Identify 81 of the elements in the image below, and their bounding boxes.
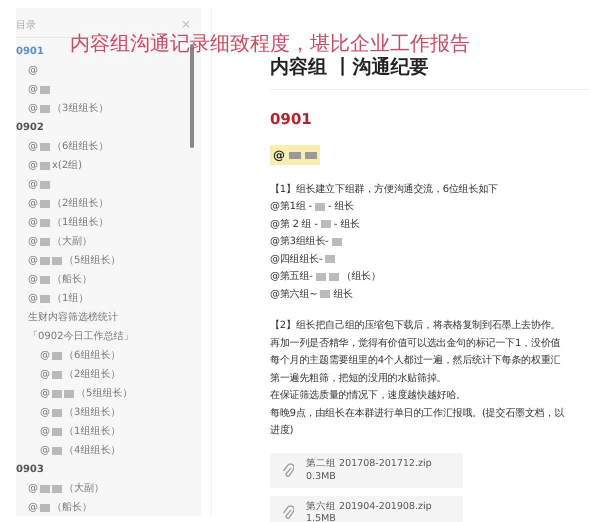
redaction-block: [40, 180, 50, 188]
outline-item[interactable]: @: [28, 175, 50, 194]
outline-item[interactable]: 0901: [16, 42, 44, 61]
text: @第1组 -: [270, 200, 312, 214]
outline-item[interactable]: @ （2组组长）: [40, 365, 120, 384]
redaction-block: [52, 370, 62, 378]
file-name: 第六组 201904-201908.zip: [306, 500, 432, 514]
redaction-block: [325, 255, 336, 264]
redaction-block: [289, 152, 301, 159]
outline-title: 目录: [16, 19, 36, 33]
text-line: 再加一列是否精华，觉得有价值可以选出金句的标记一下1，没价值: [270, 336, 562, 351]
outline-item[interactable]: @ （3组组长）: [28, 99, 108, 118]
outline-item[interactable]: @ （5组组长）: [28, 251, 120, 270]
redaction-block: [52, 352, 62, 360]
file-size: 1.5MB: [306, 513, 337, 522]
text: @第3组组长-: [270, 234, 329, 250]
redaction-block: [40, 142, 50, 150]
text: 组长: [333, 288, 353, 302]
outline-item[interactable]: @: [28, 61, 38, 80]
text: @四组组长-: [270, 252, 322, 267]
redaction-block: [40, 200, 50, 208]
outline-item[interactable]: @ （3组组长）: [40, 403, 120, 422]
outline-item[interactable]: @ （2组组长）: [28, 194, 108, 213]
outline-item[interactable]: @ （5组组长）: [40, 384, 132, 403]
text-line: 每晚9点，由组长在本群进行单日的工作汇报哦。(提交石墨文档，以: [270, 406, 566, 421]
paperclip-icon: [282, 505, 294, 522]
outline-item[interactable]: @ （6组组长）: [28, 137, 108, 156]
text: @: [273, 147, 285, 164]
outline-item[interactable]: @ （大副）: [28, 232, 92, 251]
redaction-block: [316, 272, 326, 281]
outline-item[interactable]: @ （1组组长）: [40, 422, 120, 441]
outline-item[interactable]: @ （6组组长）: [40, 346, 120, 365]
section-heading: 0901: [270, 108, 313, 130]
outline-item[interactable]: 0903: [16, 460, 44, 479]
text: @第五组-: [270, 270, 313, 284]
attachment-card[interactable]: 第六组 201904-201908.zip 1.5MB: [270, 496, 463, 522]
redaction-block: [332, 238, 342, 246]
outline-item[interactable]: 0902: [16, 118, 44, 137]
text: @第六组~: [270, 288, 318, 302]
text-line: 【2】组长把自己组的压缩包下载后，将表格复制到石墨上去协作。: [270, 318, 562, 334]
document-title: 内容组 丨沟通纪要: [270, 56, 589, 90]
redaction-block: [52, 446, 62, 454]
file-name: 第二组 201708-201712.zip: [306, 458, 432, 471]
text: - 组长: [328, 200, 354, 214]
redaction-block: [40, 504, 50, 512]
text-line: 【1】组长建立下组群，方便沟通交流，6位组长如下: [270, 182, 499, 197]
redaction-block: [40, 162, 50, 170]
redaction-block: [40, 104, 50, 112]
redaction-block: [40, 276, 50, 284]
text: （组长）: [342, 270, 381, 284]
outline-item[interactable]: @: [28, 80, 50, 99]
redaction-block: [328, 272, 339, 281]
redaction-block: [40, 294, 50, 302]
outline-item[interactable]: 生财内容筛选榜统计: [28, 308, 118, 327]
outline-item[interactable]: @ （1组）: [28, 289, 88, 308]
text-line: 第一遍先粗筛，把短的没用的水贴筛掉。: [270, 372, 448, 386]
outline-item[interactable]: @ （船长）: [28, 498, 92, 517]
outline-item[interactable]: @ x(2组): [28, 156, 82, 175]
text: @第 2 组 -: [270, 218, 318, 232]
redaction-block: [52, 408, 62, 416]
outline-item[interactable]: @ （1组组长）: [28, 213, 108, 232]
outline-item[interactable]: @ （4组组长）: [40, 441, 120, 460]
redaction-block: [40, 218, 50, 226]
outline-item[interactable]: @ （大副）: [28, 479, 104, 498]
text-line: 进度): [270, 424, 294, 438]
attachment-card[interactable]: 第二组 201708-201712.zip 0.3MB: [270, 453, 463, 488]
outline-item[interactable]: @ （船长）: [28, 270, 92, 289]
redaction-block: [305, 152, 317, 159]
text-line: 每个月的主题需要组里的4个人都过一遍，然后统计下每条的权重汇: [270, 354, 562, 368]
redaction-block: [40, 238, 50, 246]
text-line: 在保证筛选质量的情况下，速度越快越好哈。: [270, 388, 468, 404]
redaction-block: [320, 290, 330, 298]
file-size: 0.3MB: [306, 470, 337, 483]
redaction-block: [52, 428, 62, 436]
caption: 内容组沟通记录细致程度，堪比企业工作报告: [70, 32, 470, 54]
redaction-block: [320, 220, 331, 228]
redaction-block: [314, 202, 325, 211]
text: - 组长: [334, 218, 360, 232]
paperclip-icon: [282, 462, 294, 479]
redaction-block: [40, 86, 50, 94]
outline-item[interactable]: 「0902今日工作总结」: [28, 327, 134, 346]
